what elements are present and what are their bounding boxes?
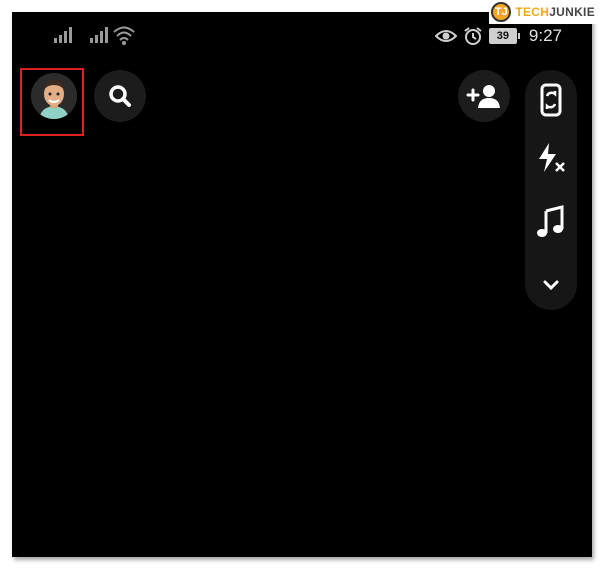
signal-icon [54, 27, 72, 43]
status-right: 39 9:27 [434, 24, 562, 48]
clock: 9:27 [528, 26, 562, 45]
alarm-icon [464, 27, 482, 45]
camera-toolbar [525, 70, 577, 310]
profile-avatar-button[interactable] [31, 73, 77, 119]
chevron-down-icon [543, 280, 559, 291]
techjunkie-logo-icon: TJ [491, 2, 512, 22]
wifi-icon [113, 26, 135, 45]
add-friend-icon [466, 85, 500, 108]
bitmoji-avatar-icon [31, 73, 77, 119]
search-icon [109, 85, 131, 107]
battery-indicator: 39 [488, 28, 520, 44]
search-button[interactable] [94, 70, 146, 122]
flash-off-icon [539, 143, 565, 172]
flash-button[interactable] [525, 136, 577, 180]
music-icon [537, 205, 564, 237]
signal-icon-2 [90, 27, 108, 43]
flip-camera-button[interactable] [525, 78, 577, 122]
camera-screen[interactable]: 39 9:27 [12, 12, 592, 557]
watermark-text: TECHJUNKIE [515, 5, 595, 19]
flip-camera-icon [540, 83, 562, 117]
techjunkie-watermark: TJ TECHJUNKIE [489, 0, 599, 24]
eye-icon [434, 30, 457, 42]
add-friend-button[interactable] [458, 70, 510, 122]
music-button[interactable] [525, 200, 577, 244]
more-tools-button[interactable] [525, 270, 577, 300]
